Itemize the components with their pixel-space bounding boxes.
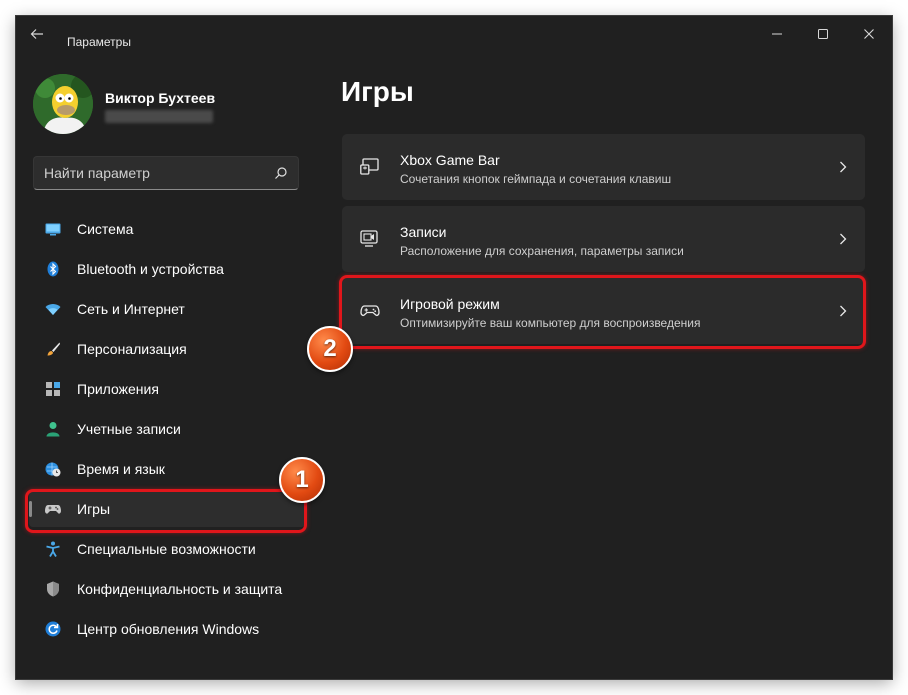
sidebar-item-label: Учетные записи (77, 421, 181, 437)
sidebar-item-label: Приложения (77, 381, 159, 397)
step-badge-1: 1 (279, 457, 325, 503)
page-title: Игры (341, 76, 414, 107)
gamepad-icon (45, 505, 61, 514)
game-bar-icon (360, 158, 379, 175)
settings-window: Параметры Виктор Бухтеев Найти параметр … (16, 16, 892, 679)
step-badge-2: 2 (307, 326, 353, 372)
card-xbox-game-bar[interactable]: Xbox Game Bar Сочетания кнопок геймпада … (342, 134, 865, 200)
sidebar-item-accounts[interactable]: Учетные записи (29, 411, 305, 447)
title-bar: Параметры (16, 16, 892, 52)
sidebar-item-windows-update[interactable]: Центр обновления Windows (29, 611, 305, 647)
close-button[interactable] (846, 16, 892, 52)
wifi-icon (45, 304, 61, 315)
sidebar-item-label: Сеть и Интернет (77, 301, 185, 317)
minimize-button[interactable] (754, 16, 800, 52)
chevron-right-icon (840, 161, 847, 173)
sidebar-item-label: Система (77, 221, 134, 237)
card-game-mode[interactable]: Игровой режим Оптимизируйте ваш компьюте… (342, 278, 865, 344)
shield-icon (47, 581, 59, 597)
monitor-icon (45, 223, 61, 236)
search-icon[interactable] (274, 166, 288, 180)
sidebar-item-label: Специальные возможности (77, 541, 256, 557)
user-name: Виктор Бухтеев (105, 90, 216, 106)
sidebar-item-privacy[interactable]: Конфиденциальность и защита (29, 571, 305, 607)
chevron-right-icon (840, 305, 847, 317)
brush-icon (47, 342, 60, 356)
gamepad-icon (360, 305, 380, 317)
close-icon (864, 29, 874, 39)
person-icon (46, 422, 60, 437)
sidebar-item-system[interactable]: Система (29, 211, 305, 247)
card-subtitle: Сочетания кнопок геймпада и сочетания кл… (400, 172, 672, 186)
app-title: Параметры (67, 35, 131, 49)
chevron-right-icon (840, 233, 847, 245)
sidebar-item-accessibility[interactable]: Специальные возможности (29, 531, 305, 567)
sidebar-item-time-language[interactable]: Время и язык (29, 451, 305, 487)
avatar[interactable] (33, 74, 93, 134)
capture-icon (360, 230, 378, 247)
active-indicator (29, 501, 32, 517)
sidebar-item-bluetooth[interactable]: Bluetooth и устройства (29, 251, 305, 287)
sidebar-item-label: Конфиденциальность и защита (77, 581, 283, 597)
sidebar-item-label: Время и язык (77, 461, 165, 477)
sidebar-item-label: Персонализация (77, 341, 187, 357)
card-subtitle: Оптимизируйте ваш компьютер для воспроиз… (400, 316, 701, 330)
sidebar-item-personalization[interactable]: Персонализация (29, 331, 305, 367)
sidebar-item-label: Центр обновления Windows (77, 621, 260, 637)
sidebar-item-label: Игры (77, 501, 111, 517)
sidebar-item-label: Bluetooth и устройства (77, 261, 224, 277)
card-title: Игровой режим (400, 296, 500, 312)
card-title: Записи (400, 224, 447, 240)
user-email-redacted (105, 110, 213, 123)
sidebar-item-network[interactable]: Сеть и Интернет (29, 291, 305, 327)
back-button[interactable] (30, 27, 52, 43)
search-input[interactable] (44, 157, 264, 189)
maximize-icon (818, 29, 828, 39)
maximize-button[interactable] (800, 16, 846, 52)
globe-clock-icon (45, 462, 61, 477)
card-subtitle: Расположение для сохранения, параметры з… (400, 244, 684, 258)
minimize-icon (772, 33, 782, 35)
update-icon (45, 621, 61, 637)
apps-icon (46, 382, 60, 396)
back-arrow-icon (30, 29, 43, 39)
search-box[interactable] (33, 156, 299, 190)
sidebar-nav: Система Bluetooth и устройства Сеть и Ин… (29, 211, 305, 651)
card-captures[interactable]: Записи Расположение для сохранения, пара… (342, 206, 865, 272)
user-avatar-icon (33, 74, 93, 134)
bluetooth-icon (47, 261, 59, 277)
accessibility-icon (46, 541, 60, 557)
card-title: Xbox Game Bar (400, 152, 500, 168)
sidebar-item-gaming[interactable]: Игры (29, 491, 305, 527)
sidebar-item-apps[interactable]: Приложения (29, 371, 305, 407)
